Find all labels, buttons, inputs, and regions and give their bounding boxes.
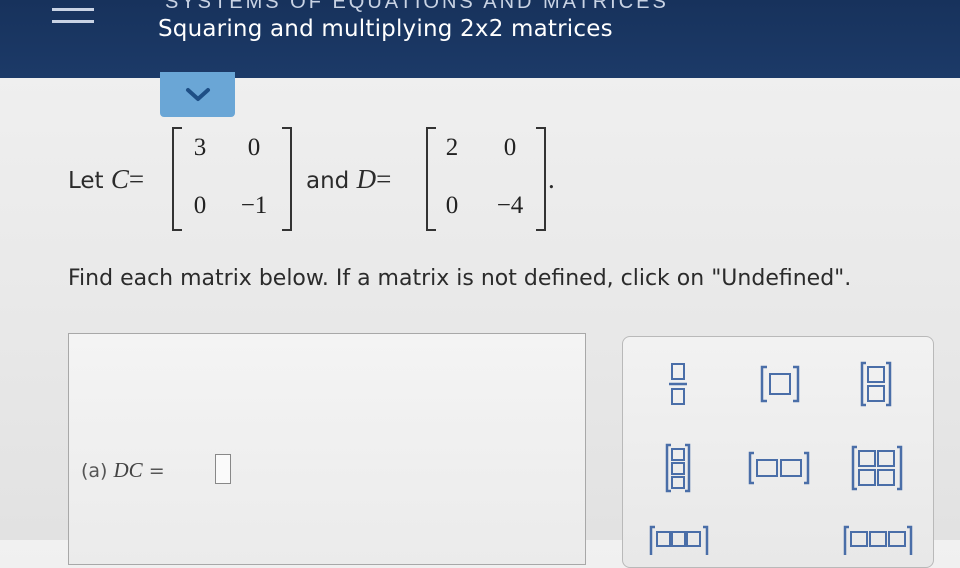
and-text: and	[306, 168, 350, 194]
matrix-c-cell: 3	[193, 134, 207, 161]
matrix-d-cell: 2	[445, 134, 459, 161]
problem-statement: Let C=	[68, 164, 144, 195]
top-header: SYSTEMS OF EQUATIONS AND MATRICES Squari…	[0, 0, 960, 78]
matrix-c: 3 0 0 −1	[170, 126, 294, 232]
matrix-1x1-icon[interactable]	[759, 365, 801, 403]
answer-area: (a) DC =	[68, 333, 586, 565]
answer-input[interactable]	[215, 454, 231, 484]
instruction-text: Find each matrix below. If a matrix is n…	[68, 266, 852, 291]
menu-icon[interactable]	[52, 8, 94, 30]
right-bracket-icon	[536, 127, 546, 231]
answer-expression: DC	[113, 458, 143, 482]
matrix-d-cell: 0	[445, 192, 459, 219]
matrix-1x3-icon[interactable]	[649, 525, 709, 555]
matrix-1x2-icon[interactable]	[747, 451, 811, 485]
equals-sign: =	[128, 164, 145, 194]
chevron-down-icon	[185, 87, 210, 101]
matrix-c-cell: −1	[240, 192, 268, 219]
matrix-c-cell: 0	[247, 134, 261, 161]
period: .	[548, 164, 555, 194]
matrix-d-name: D	[356, 164, 377, 194]
matrix-3x1-icon[interactable]	[665, 443, 691, 493]
problem-statement-continued: and D=	[306, 164, 391, 195]
equals-sign: =	[376, 164, 392, 194]
matrix-d-cell: −4	[496, 192, 524, 219]
matrix-c-cell: 0	[193, 192, 207, 219]
matrix-d: 2 0 0 −4	[424, 126, 548, 232]
equals-sign: =	[148, 460, 165, 482]
page-title: Squaring and multiplying 2x2 matrices	[158, 16, 613, 42]
fraction-icon[interactable]	[667, 361, 689, 407]
matrix-2x1-icon[interactable]	[859, 361, 893, 407]
part-label: (a)	[81, 460, 108, 482]
let-text: Let	[68, 168, 104, 194]
matrix-d-cell: 0	[503, 134, 517, 161]
math-palette	[622, 336, 934, 568]
answer-label: (a) DC =	[81, 458, 165, 483]
section-title: SYSTEMS OF EQUATIONS AND MATRICES	[165, 0, 669, 13]
matrix-2x2-icon[interactable]	[851, 445, 903, 491]
collapse-toggle-button[interactable]	[160, 72, 235, 117]
matrix-c-name: C	[110, 164, 129, 194]
right-bracket-icon	[282, 127, 292, 231]
matrix-2x3-icon[interactable]	[843, 525, 913, 555]
